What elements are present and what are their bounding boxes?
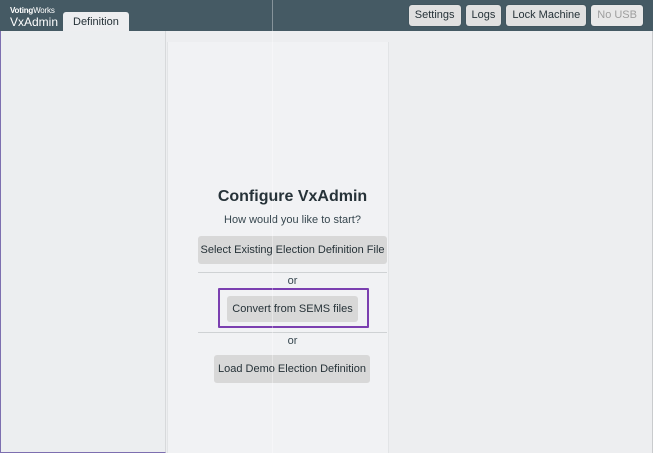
tab-definition[interactable]: Definition [63,12,129,31]
toolbar: Settings Logs Lock Machine No USB [408,5,643,26]
no-usb-button: No USB [591,5,643,26]
page-title: Configure VxAdmin [217,188,368,205]
load-demo-election-button[interactable]: Load Demo Election Definition [214,355,370,383]
app-name: VxAdmin [10,15,59,29]
configure-heading: Configure VxAdmin How would you like to … [167,188,418,226]
page-subtitle: How would you like to start? [224,214,361,226]
top-bar: VotingWorks VxAdmin Definition Settings … [0,0,653,31]
settings-button[interactable]: Settings [408,5,461,26]
left-sidebar [0,31,166,453]
logs-button[interactable]: Logs [465,5,502,26]
or-separator-1: or [198,272,387,287]
select-existing-election-button[interactable]: Select Existing Election Definition File [198,236,387,264]
company-logo: VotingWorks [10,6,55,15]
panel-seam [272,0,273,453]
app-brand: VotingWorks VxAdmin [10,6,59,29]
lock-machine-button[interactable]: Lock Machine [506,5,587,26]
or-separator-2: or [198,332,387,347]
convert-from-sems-button[interactable]: Convert from SEMS files [227,296,358,322]
